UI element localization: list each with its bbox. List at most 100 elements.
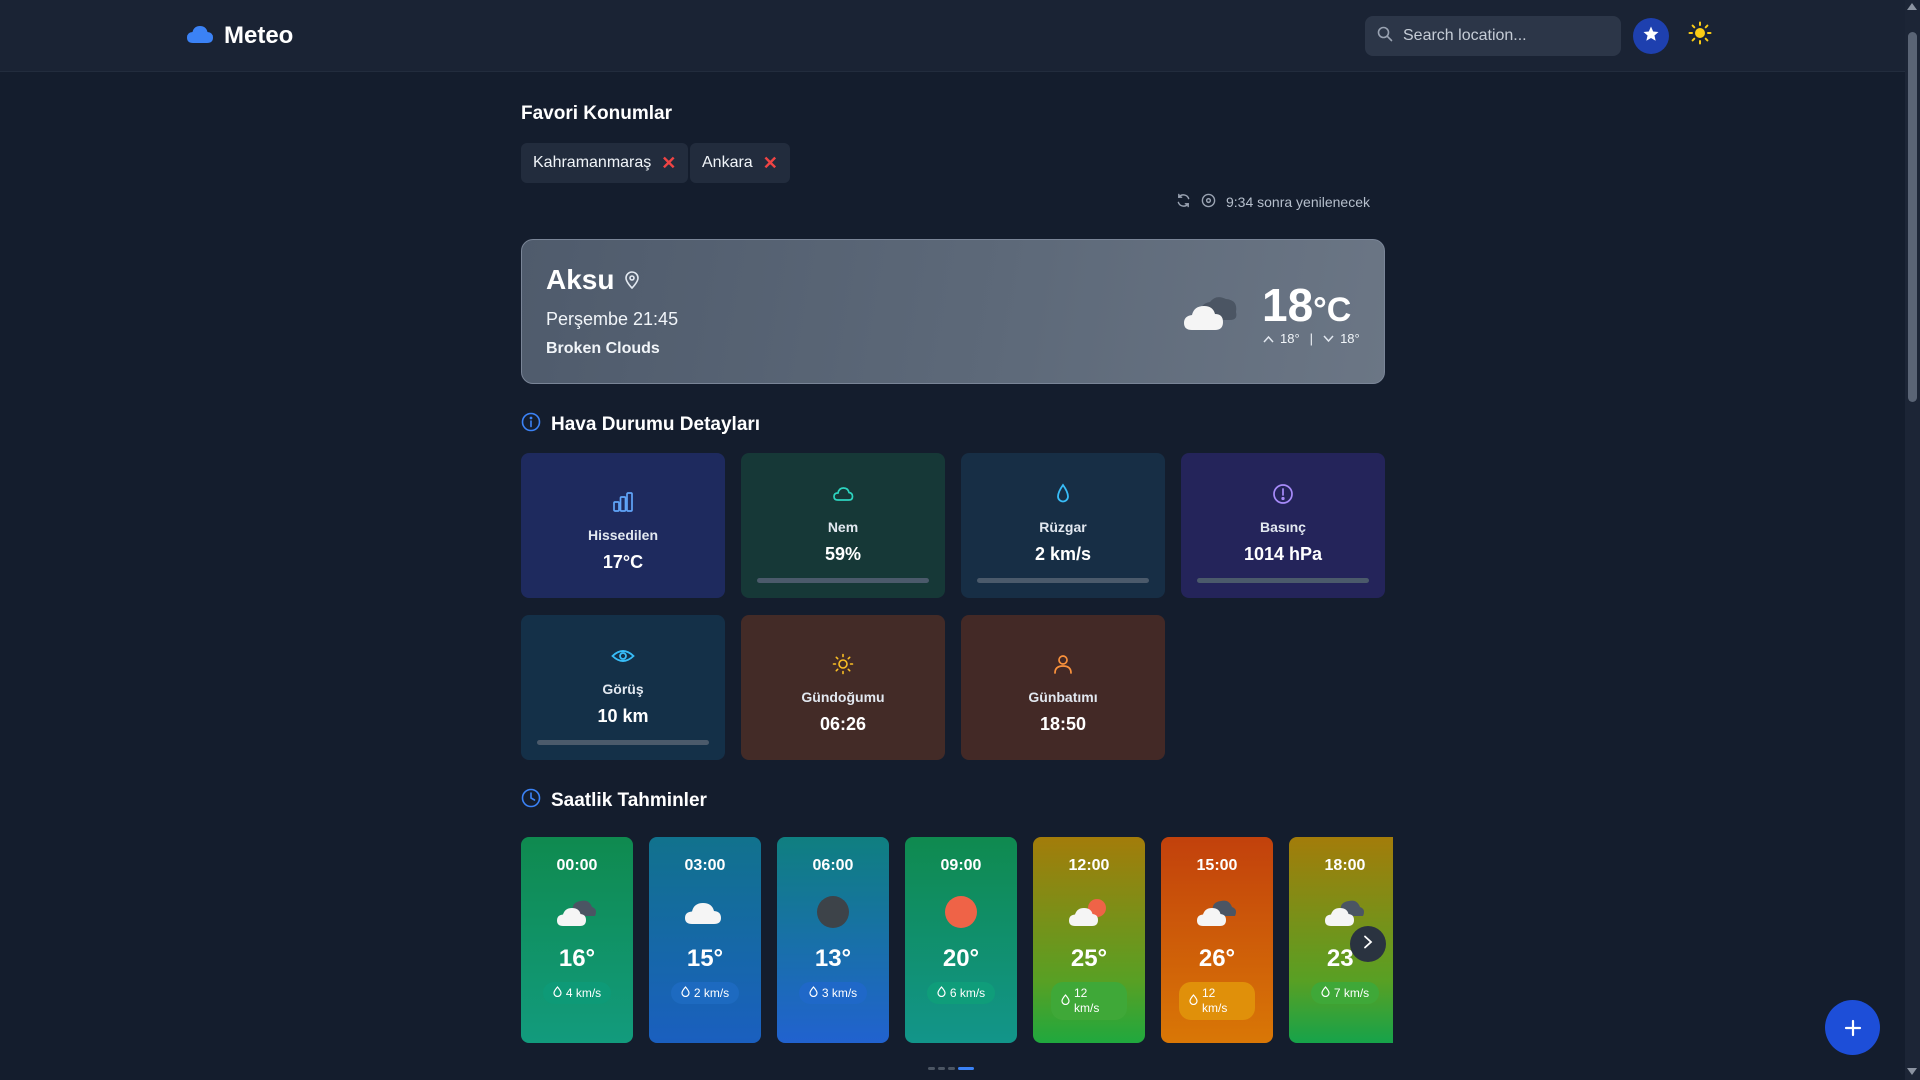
scroll-up-arrow-icon[interactable] bbox=[1907, 3, 1917, 10]
chart-icon bbox=[612, 491, 634, 515]
hour-wind: 3 km/s bbox=[798, 982, 868, 1004]
gauge-icon bbox=[1272, 483, 1294, 507]
hour-temp: 25° bbox=[1070, 945, 1108, 972]
hourly-card-0300[interactable]: 03:00 15° 2 km/s bbox=[649, 837, 761, 1043]
wind-speed: 7 km/s bbox=[1333, 986, 1370, 1000]
sunset-icon bbox=[1052, 653, 1074, 677]
wind-progress-bar bbox=[977, 578, 1149, 583]
wind-drop-icon bbox=[1321, 986, 1330, 1000]
sunrise-icon bbox=[832, 653, 854, 677]
hour-wind: 2 km/s bbox=[670, 982, 740, 1004]
cloud-icon bbox=[683, 893, 727, 931]
hourly-card-0900[interactable]: 09:00 20° 6 km/s bbox=[905, 837, 1017, 1043]
hour-temp: 26° bbox=[1198, 945, 1236, 972]
cloud-icon bbox=[832, 483, 854, 507]
wind-speed: 3 km/s bbox=[821, 986, 858, 1000]
detail-label: Nem bbox=[827, 519, 859, 535]
wind-drop-icon bbox=[809, 986, 818, 1000]
sun-icon bbox=[943, 893, 979, 931]
hour-temp: 13° bbox=[814, 945, 852, 972]
wind-speed: 12 km/s bbox=[1202, 986, 1228, 1015]
hour-time: 00:00 bbox=[556, 857, 598, 874]
wind-drop-icon bbox=[681, 986, 690, 1000]
favorite-chip-label: Ankara bbox=[702, 154, 753, 171]
chevron-right-icon bbox=[1362, 935, 1374, 954]
detail-card-sunrise: Gündoğumu 06:26 bbox=[741, 615, 945, 760]
star-icon bbox=[1642, 25, 1660, 48]
hour-time: 12:00 bbox=[1068, 857, 1110, 874]
clock-icon bbox=[521, 788, 541, 814]
top-navbar: Meteo bbox=[0, 0, 1905, 72]
remove-favorite-icon[interactable]: ✕ bbox=[763, 153, 778, 174]
hourly-title: Saatlik Tahminler bbox=[521, 788, 707, 814]
hour-time: 15:00 bbox=[1196, 857, 1238, 874]
detail-label: Günbatımı bbox=[1028, 689, 1098, 705]
wind-drop-icon bbox=[1189, 994, 1198, 1009]
moon-icon bbox=[815, 893, 851, 931]
info-icon bbox=[521, 412, 541, 438]
pagination-dot[interactable] bbox=[938, 1067, 945, 1070]
high-temp: 18° bbox=[1280, 331, 1300, 346]
hourly-title-text: Saatlik Tahminler bbox=[551, 790, 707, 811]
temperature-unit: °C bbox=[1313, 291, 1352, 329]
hourly-card-1200[interactable]: 12:00 25° 12 km/s bbox=[1033, 837, 1145, 1043]
detail-label: Görüş bbox=[602, 681, 644, 697]
refresh-icon[interactable] bbox=[1176, 193, 1191, 211]
pagination-dot[interactable] bbox=[928, 1067, 935, 1070]
hour-wind: 12 km/s bbox=[1051, 982, 1127, 1020]
wind-drop-icon bbox=[553, 986, 562, 1000]
current-datetime: Perşembe 21:45 bbox=[546, 309, 679, 329]
add-location-button[interactable] bbox=[1825, 1000, 1880, 1055]
hourly-card-0000[interactable]: 00:00 16° 4 km/s bbox=[521, 837, 633, 1043]
partly-cloudy-night-icon bbox=[1195, 893, 1239, 931]
partly-cloudy-night-icon bbox=[555, 893, 599, 931]
location-pin-icon[interactable] bbox=[624, 264, 640, 296]
hourly-card-0600[interactable]: 06:00 13° 3 km/s bbox=[777, 837, 889, 1043]
humidity-progress-bar bbox=[757, 578, 929, 583]
current-weather-card: Aksu Perşembe 21:45 Broken Clouds 18°C 1… bbox=[521, 239, 1385, 384]
hour-wind: 7 km/s bbox=[1310, 982, 1380, 1004]
wind-speed: 2 km/s bbox=[693, 986, 730, 1000]
app-name: Meteo bbox=[224, 22, 294, 49]
refresh-countdown: 9:34 sonra yenilenecek bbox=[1226, 194, 1370, 210]
remove-favorite-icon[interactable]: ✕ bbox=[661, 153, 676, 174]
current-description: Broken Clouds bbox=[546, 340, 660, 357]
app-logo[interactable]: Meteo bbox=[186, 22, 293, 50]
scroll-down-arrow-icon[interactable] bbox=[1907, 1068, 1917, 1075]
hour-time: 06:00 bbox=[812, 857, 854, 874]
detail-card-sunset: Günbatımı 18:50 bbox=[961, 615, 1165, 760]
favorites-button[interactable] bbox=[1633, 18, 1669, 54]
hourly-card-1500[interactable]: 15:00 26° 12 km/s bbox=[1161, 837, 1273, 1043]
wind-drop-icon bbox=[1052, 483, 1074, 507]
arrow-up-icon bbox=[1263, 331, 1274, 346]
favorite-chip-kahramanmaras[interactable]: Kahramanmaraş ✕ bbox=[521, 143, 689, 183]
detail-card-visibility: Görüş 10 km bbox=[521, 615, 725, 760]
search-icon bbox=[1377, 26, 1393, 47]
detail-card-wind: Rüzgar 2 km/s bbox=[961, 453, 1165, 598]
plus-icon bbox=[1844, 1011, 1862, 1045]
search-input[interactable] bbox=[1403, 27, 1603, 45]
pagination-dot-active[interactable] bbox=[958, 1067, 974, 1070]
detail-label: Rüzgar bbox=[1039, 519, 1087, 535]
temperature-value: 18 bbox=[1262, 279, 1314, 331]
search-bar[interactable] bbox=[1365, 16, 1621, 56]
broken-clouds-icon bbox=[1182, 290, 1242, 339]
detail-value: 59% bbox=[824, 544, 862, 564]
detail-label: Basınç bbox=[1260, 519, 1306, 535]
hour-wind: 12 km/s bbox=[1179, 982, 1255, 1020]
favorite-chip-ankara[interactable]: Ankara ✕ bbox=[690, 143, 790, 183]
low-temp: 18° bbox=[1340, 331, 1360, 346]
theme-toggle-button[interactable] bbox=[1685, 20, 1715, 50]
hourly-next-button[interactable] bbox=[1350, 926, 1386, 962]
high-low-temps: 18° | 18° bbox=[1263, 331, 1360, 346]
detail-card-humidity: Nem 59% bbox=[741, 453, 945, 598]
pagination-dot[interactable] bbox=[948, 1067, 955, 1070]
scrollbar-thumb[interactable] bbox=[1908, 32, 1917, 402]
favorites-title: Favori Konumlar bbox=[521, 103, 672, 124]
eye-icon bbox=[611, 645, 635, 669]
wind-drop-icon bbox=[1061, 994, 1070, 1009]
hour-wind: 4 km/s bbox=[542, 982, 612, 1004]
separator: | bbox=[1309, 331, 1314, 346]
detail-value: 06:26 bbox=[819, 714, 867, 734]
hour-time: 18:00 bbox=[1324, 857, 1366, 874]
